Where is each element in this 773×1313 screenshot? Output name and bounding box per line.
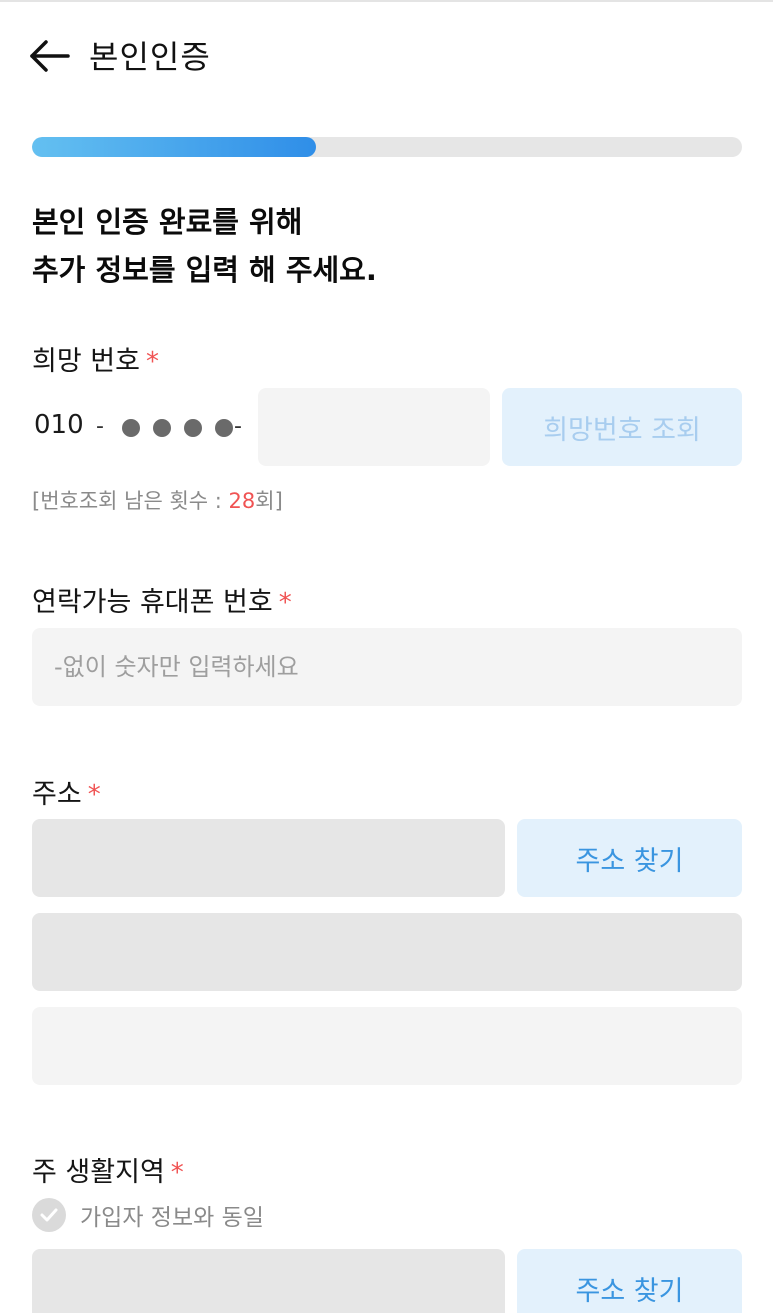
contact-phone-label-text: 연락가능 휴대폰 번호 [32,587,273,618]
masked-digit-dot [153,419,171,437]
address-detail-input[interactable] [32,1007,742,1085]
living-area-postcode-field[interactable] [32,1249,505,1313]
page-title: 본인인증 [89,38,211,76]
phone-prefix: 010 [34,410,84,440]
masked-digits [122,419,233,437]
phone-separator: - [234,414,242,439]
wish-number-label: 희망 번호 * [32,339,159,378]
required-asterisk: * [170,1158,184,1188]
wish-number-label-text: 희망 번호 [32,346,140,377]
progress-fill [32,137,316,157]
contact-phone-input[interactable] [32,628,742,706]
remaining-prefix: [번호조회 남은 횟수 : [32,489,229,513]
same-as-member-label: 가입자 정보와 동일 [80,1205,264,1231]
identity-verification-screen: 본인인증 본인 인증 완료를 위해 추가 정보를 입력 해 주세요. 희망 번호… [0,0,773,1313]
headline-line-1: 본인 인증 완료를 위해 [32,205,303,239]
address-search-button[interactable]: 주소 찾기 [517,819,742,897]
same-as-member-checkbox[interactable]: 가입자 정보와 동일 [32,1198,264,1232]
required-asterisk: * [145,347,159,377]
living-area-label-text: 주 생활지역 [32,1157,165,1188]
living-area-label: 주 생활지역 * [32,1150,184,1189]
check-icon [32,1198,66,1232]
living-area-search-button[interactable]: 주소 찾기 [517,1249,742,1313]
phone-separator: - [96,414,104,439]
back-button[interactable] [28,36,72,76]
headline-line-2: 추가 정보를 입력 해 주세요. [32,253,377,287]
app-header: 본인인증 [0,2,773,102]
headline: 본인 인증 완료를 위해 추가 정보를 입력 해 주세요. [32,198,377,294]
masked-digit-dot [184,419,202,437]
address-label-text: 주소 [32,779,82,810]
wish-number-input[interactable] [258,388,490,466]
progress-bar [32,137,742,157]
required-asterisk: * [278,588,292,618]
remaining-count: 28 [228,489,256,513]
masked-digit-dot [215,419,233,437]
lookup-remaining-note: [번호조회 남은 횟수 : 28회] [32,485,283,515]
contact-phone-label: 연락가능 휴대폰 번호 * [32,580,292,619]
address-label: 주소 * [32,772,101,811]
arrow-left-icon [30,40,70,72]
address-line-1-field[interactable] [32,913,742,991]
masked-digit-dot [122,419,140,437]
required-asterisk: * [87,780,101,810]
wish-number-lookup-button[interactable]: 희망번호 조회 [502,388,742,466]
remaining-suffix: 회] [255,489,283,513]
postcode-field[interactable] [32,819,505,897]
